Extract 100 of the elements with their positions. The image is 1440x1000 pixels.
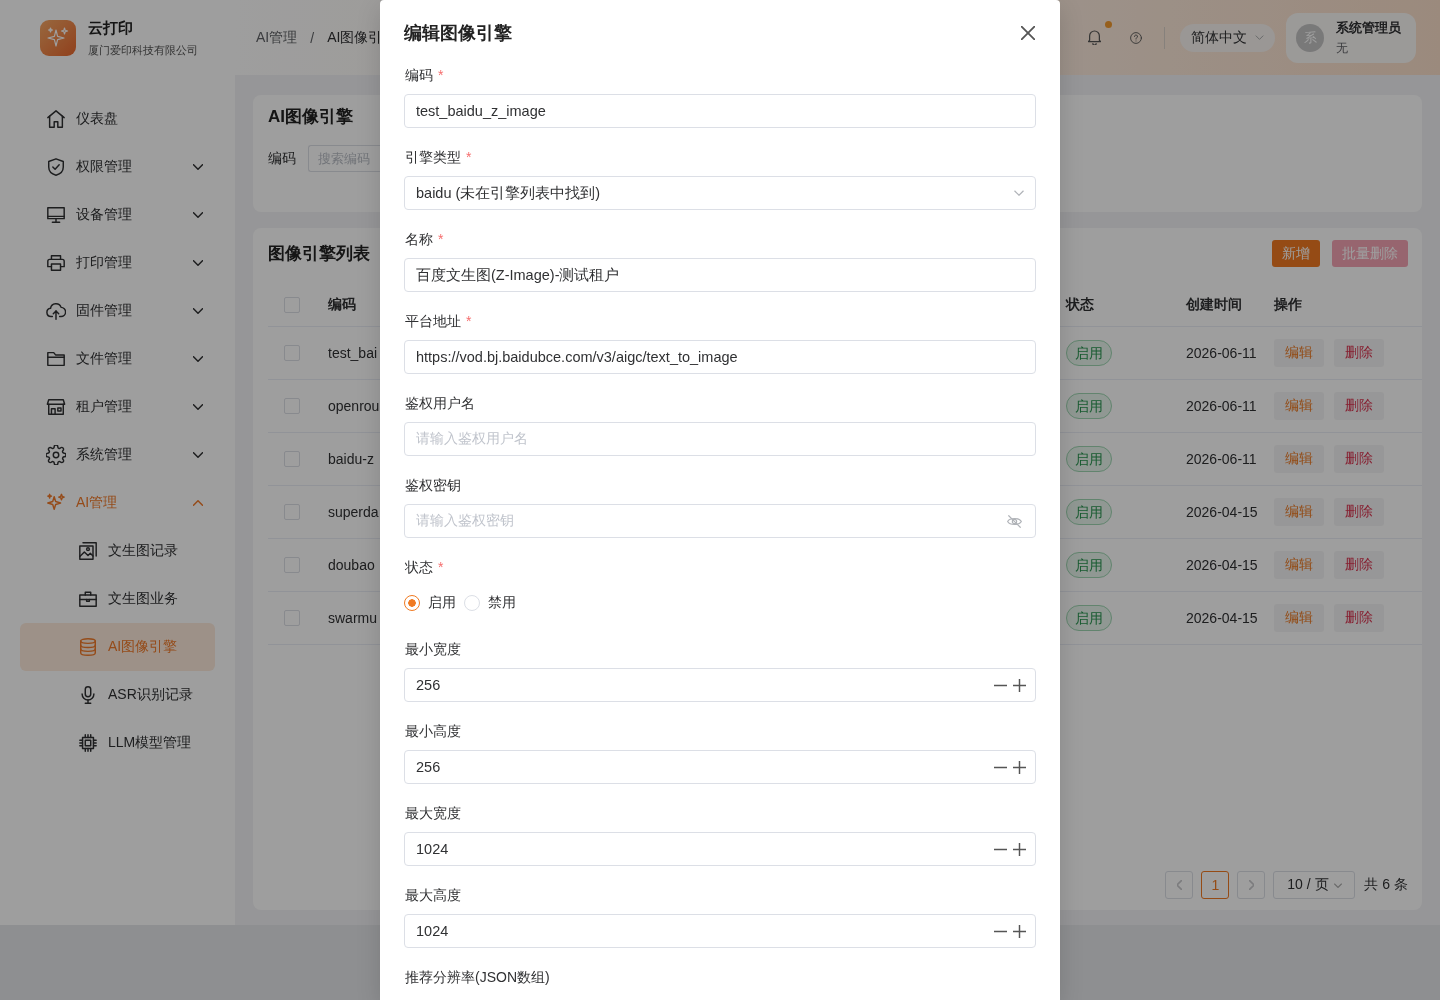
nav-item[interactable]: 打印管理 bbox=[20, 239, 215, 287]
nav-item[interactable]: 系统管理 bbox=[20, 431, 215, 479]
field-label: 名称 bbox=[405, 230, 433, 249]
nav-subitem[interactable]: LLM模型管理 bbox=[20, 719, 215, 767]
chevron-down-icon bbox=[193, 164, 203, 170]
field-label: 编码 bbox=[405, 66, 433, 85]
chevron-down-icon bbox=[193, 404, 203, 410]
chevron-up-icon bbox=[193, 500, 203, 506]
delete-button[interactable]: 删除 bbox=[1334, 392, 1384, 420]
nav-item[interactable]: 仪表盘 bbox=[20, 95, 215, 143]
microphone-icon bbox=[78, 685, 98, 705]
nav-item[interactable]: 文件管理 bbox=[20, 335, 215, 383]
radio-label[interactable]: 禁用 bbox=[488, 594, 516, 612]
nav-item[interactable]: 权限管理 bbox=[20, 143, 215, 191]
home-icon bbox=[46, 109, 66, 129]
table-cell-text: baidu-z bbox=[327, 451, 374, 467]
text-field[interactable]: test_baidu_z_image bbox=[404, 94, 1036, 128]
delete-button[interactable]: 删除 bbox=[1334, 604, 1384, 632]
breadcrumb-link[interactable]: AI管理 bbox=[256, 28, 298, 47]
number-field[interactable]: 1024 bbox=[404, 832, 1036, 866]
column-header: 操作 bbox=[1273, 295, 1302, 314]
plus-icon[interactable] bbox=[1013, 842, 1026, 856]
delete-button[interactable]: 删除 bbox=[1334, 445, 1384, 473]
table-cell-text: 2026-04-15 bbox=[1185, 504, 1258, 520]
chevron-down-icon bbox=[193, 260, 203, 266]
chip-icon bbox=[78, 733, 98, 753]
nav-item[interactable]: 设备管理 bbox=[20, 191, 215, 239]
dialog-title: 编辑图像引擎 bbox=[404, 22, 512, 45]
chevron-down-icon bbox=[193, 212, 203, 218]
nav-subitem[interactable]: 文生图记录 bbox=[20, 527, 215, 575]
filter-label: 编码 bbox=[268, 149, 296, 168]
delete-button[interactable]: 删除 bbox=[1334, 498, 1384, 526]
plus-icon[interactable] bbox=[1013, 924, 1026, 938]
delete-button[interactable]: 删除 bbox=[1334, 551, 1384, 579]
field-label: 最小高度 bbox=[405, 722, 461, 741]
language-select[interactable]: 简体中文 bbox=[1180, 23, 1275, 52]
text-field[interactable]: 百度文生图(Z-Image)-测试租户 bbox=[404, 258, 1036, 292]
chevron-down-icon bbox=[1333, 882, 1342, 888]
chevron-right-icon bbox=[1248, 880, 1254, 890]
field-label: 最大宽度 bbox=[405, 804, 461, 823]
select-field[interactable]: baidu (未在引擎列表中找到) bbox=[404, 176, 1036, 210]
company-name: 厦门爱印科技有限公司 bbox=[88, 42, 198, 58]
text-field[interactable]: https://vod.bj.baidubce.com/v3/aigc/text_to_image bbox=[404, 340, 1036, 374]
gear-icon bbox=[46, 445, 66, 465]
bell-icon[interactable] bbox=[1088, 30, 1101, 45]
required-mark: * bbox=[438, 230, 444, 249]
status-tag: 启用 bbox=[1066, 446, 1112, 472]
storefront-icon bbox=[46, 397, 66, 417]
radio-label[interactable]: 启用 bbox=[428, 594, 456, 612]
shield-check-icon bbox=[46, 157, 66, 177]
nav-subitem[interactable]: 文生图业务 bbox=[20, 575, 215, 623]
plus-icon[interactable] bbox=[1013, 760, 1026, 774]
eye-off-icon[interactable] bbox=[1007, 514, 1022, 528]
table-cell-text: 2026-06-11 bbox=[1185, 345, 1257, 361]
printer-icon bbox=[46, 253, 66, 273]
app-title: 云打印 bbox=[88, 17, 133, 38]
radio-button[interactable] bbox=[404, 595, 420, 611]
sparkle-logo-icon bbox=[40, 19, 76, 56]
table-cell-text: test_bai bbox=[327, 345, 378, 361]
field-label: 最小宽度 bbox=[405, 640, 461, 659]
required-mark: * bbox=[438, 558, 444, 577]
cloud-upload-icon bbox=[46, 301, 66, 321]
chevron-down-icon bbox=[1014, 190, 1024, 196]
page-size-select[interactable]: 10 / 页 bbox=[1273, 871, 1356, 899]
field-label: 引擎类型 bbox=[405, 148, 461, 167]
status-tag: 启用 bbox=[1066, 552, 1112, 578]
chevron-down-icon bbox=[1255, 35, 1264, 40]
field-label: 最大高度 bbox=[405, 886, 461, 905]
delete-button[interactable]: 删除 bbox=[1334, 339, 1384, 367]
total-count: 共 6 条 bbox=[1364, 876, 1408, 894]
nav-item[interactable]: 固件管理 bbox=[20, 287, 215, 335]
chevron-down-icon bbox=[193, 356, 203, 362]
number-field[interactable]: 256 bbox=[404, 668, 1036, 702]
breadcrumb-current: AI图像引 bbox=[327, 28, 383, 47]
image-icon bbox=[78, 541, 98, 561]
table-cell-text: 2026-04-15 bbox=[1185, 610, 1258, 626]
required-mark: * bbox=[466, 312, 472, 331]
nav-item[interactable]: 租户管理 bbox=[20, 383, 215, 431]
field-label: 状态 bbox=[405, 558, 433, 577]
nav-subitem[interactable]: ASR识别记录 bbox=[20, 671, 215, 719]
table-cell-text: superda bbox=[327, 504, 379, 520]
user-name: 系统管理员 bbox=[1336, 19, 1401, 36]
plus-icon[interactable] bbox=[1013, 678, 1026, 692]
database-icon bbox=[78, 637, 98, 657]
close-icon[interactable] bbox=[1021, 26, 1035, 40]
help-icon[interactable] bbox=[1130, 31, 1142, 44]
user-role: 无 bbox=[1336, 39, 1348, 56]
field-label: 鉴权密钥 bbox=[405, 476, 461, 495]
table-cell-text: 2026-06-11 bbox=[1185, 398, 1257, 414]
status-tag: 启用 bbox=[1066, 499, 1112, 525]
field-label: 推荐分辨率(JSON数组) bbox=[405, 968, 550, 987]
number-field[interactable]: 256 bbox=[404, 750, 1036, 784]
number-field[interactable]: 1024 bbox=[404, 914, 1036, 948]
column-header: 状态 bbox=[1064, 295, 1094, 314]
status-tag: 启用 bbox=[1066, 340, 1112, 366]
field-label: 平台地址 bbox=[405, 312, 461, 331]
field-label: 鉴权用户名 bbox=[405, 394, 475, 413]
folder-icon bbox=[46, 349, 66, 369]
monitor-icon bbox=[46, 205, 66, 225]
chevron-left-icon bbox=[1176, 880, 1182, 890]
